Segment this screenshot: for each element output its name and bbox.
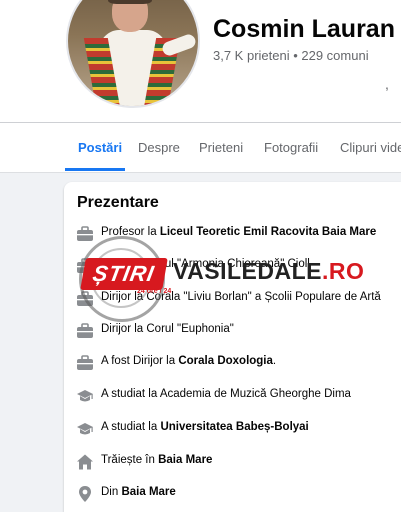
intro-card: Prezentare Profesor la Liceul Teoretic E… bbox=[64, 182, 401, 512]
intro-item-education: A studiat la Academia de Muzică Gheorghe… bbox=[76, 386, 401, 406]
intro-item-work: Profesor la Liceul Teoretic Emil Racovit… bbox=[76, 224, 401, 244]
intro-item-work: A fost Dirijor la Corala Doxologia. bbox=[76, 353, 401, 373]
intro-item-work: Dirijor la Corul "Euphonia" bbox=[76, 321, 401, 341]
intro-item-text: Dirijor la Corul "Armonia Chioreană" Cio… bbox=[101, 258, 310, 270]
profile-tick: , bbox=[385, 76, 389, 92]
corala-doxologia-link[interactable]: Corala Doxologia bbox=[178, 355, 273, 367]
tab-fotografii[interactable]: Fotografii bbox=[264, 140, 318, 155]
intro-item-work: Dirijor la Corala "Liviu Borlan" a Școli… bbox=[76, 289, 401, 309]
profile-stats[interactable]: 3,7 K prieteni • 229 comuni bbox=[213, 48, 369, 63]
briefcase-icon bbox=[77, 323, 93, 338]
intro-item-text: Din Baia Mare bbox=[101, 486, 176, 498]
graduation-cap-icon bbox=[77, 423, 93, 435]
avatar-hair bbox=[108, 0, 152, 4]
intro-item-text: Profesor la Liceul Teoretic Emil Racovit… bbox=[101, 226, 377, 238]
briefcase-icon bbox=[77, 355, 93, 370]
tab-prieteni[interactable]: Prieteni bbox=[199, 140, 243, 155]
home-icon bbox=[77, 454, 93, 470]
profile-avatar[interactable] bbox=[66, 0, 200, 108]
hometown-link[interactable]: Baia Mare bbox=[121, 486, 175, 498]
intro-item-text: A fost Dirijor la Corala Doxologia. bbox=[101, 355, 277, 367]
briefcase-icon bbox=[77, 291, 93, 306]
intro-item-text: Dirijor la Corala "Liviu Borlan" a Școli… bbox=[101, 291, 381, 303]
tab-postari[interactable]: Postări bbox=[78, 140, 122, 155]
location-pin-icon bbox=[79, 486, 91, 502]
intro-item-text: Dirijor la Corul "Euphonia" bbox=[101, 323, 234, 335]
university-link[interactable]: Universitatea Babeș-Bolyai bbox=[160, 421, 308, 433]
profile-tabs: Postări Despre Prieteni Fotografii Clipu… bbox=[0, 122, 401, 173]
current-city-link[interactable]: Baia Mare bbox=[158, 454, 212, 466]
intro-item-text: Trăiește în Baia Mare bbox=[101, 454, 213, 466]
avatar-face bbox=[112, 0, 148, 32]
profile-name: Cosmin Lauran bbox=[213, 15, 395, 43]
briefcase-icon bbox=[77, 258, 93, 273]
intro-item-text: A studiat la Academia de Muzică Gheorghe… bbox=[101, 388, 351, 400]
intro-item-lives-in: Trăiește în Baia Mare bbox=[76, 452, 401, 472]
intro-item-education: A studiat la Universitatea Babeș-Bolyai bbox=[76, 419, 401, 439]
active-tab-indicator bbox=[65, 168, 125, 171]
profile-header: Cosmin Lauran 3,7 K prieteni • 229 comun… bbox=[0, 0, 401, 122]
intro-item-from: Din Baia Mare bbox=[76, 484, 401, 504]
intro-item-work: Dirijor la Corul "Armonia Chioreană" Cio… bbox=[76, 256, 401, 276]
tab-clipuri-video[interactable]: Clipuri video bbox=[340, 140, 401, 155]
intro-title: Prezentare bbox=[77, 194, 159, 211]
briefcase-icon bbox=[77, 226, 93, 241]
graduation-cap-icon bbox=[77, 390, 93, 402]
tab-despre[interactable]: Despre bbox=[138, 140, 180, 155]
avatar-arm bbox=[160, 32, 198, 58]
intro-item-text: A studiat la Universitatea Babeș-Bolyai bbox=[101, 421, 309, 433]
